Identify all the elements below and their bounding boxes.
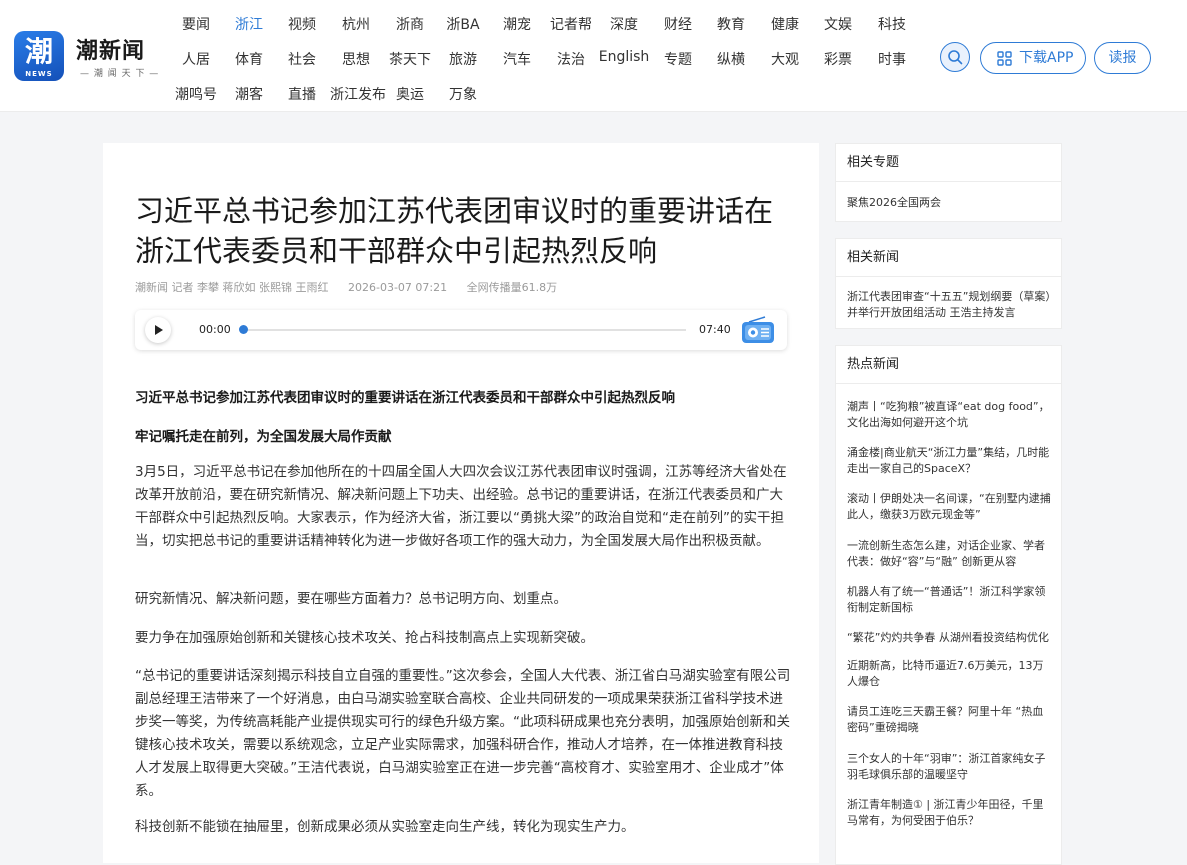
download-app-button[interactable]: 下载APP bbox=[980, 42, 1086, 74]
nav-item[interactable]: 科技 bbox=[866, 14, 918, 34]
search-icon bbox=[948, 50, 963, 65]
related-topic-item[interactable]: 聚焦2026全国两会 bbox=[847, 195, 1053, 211]
nav-item[interactable]: 视频 bbox=[276, 14, 328, 34]
article-meta: 潮新闻 记者 李攀 蒋欣如 张熙锦 王雨红 2026-03-07 07:21 全… bbox=[135, 279, 573, 295]
article-source: 潮新闻 记者 李攀 蒋欣如 张熙锦 王雨红 bbox=[135, 281, 329, 294]
logo[interactable]: 潮 NEWS bbox=[14, 31, 64, 81]
article-card: 习近平总书记参加江苏代表团审议时的重要讲话在浙江代表委员和干部群众中引起热烈反响… bbox=[103, 143, 819, 863]
nav-item[interactable]: 社会 bbox=[276, 49, 328, 69]
hot-news-title: 热点新闻 bbox=[836, 346, 1061, 384]
nav-item[interactable]: 专题 bbox=[652, 49, 704, 69]
search-button[interactable] bbox=[940, 42, 970, 72]
nav-item[interactable]: English bbox=[598, 49, 650, 65]
nav-item[interactable]: 体育 bbox=[223, 49, 275, 69]
nav-item[interactable]: 潮鸣号 bbox=[170, 84, 222, 104]
audio-current-time: 00:00 bbox=[199, 323, 231, 336]
nav-item[interactable]: 潮客 bbox=[223, 84, 275, 104]
radio-icon bbox=[742, 316, 774, 343]
article-paragraph: 研究新情况、解决新问题，要在哪些方面着力？总书记明方向、划重点。 bbox=[135, 591, 567, 607]
nav-item[interactable]: 奥运 bbox=[384, 84, 436, 104]
hot-news-item[interactable]: 一流创新生态怎么建，对话企业家、学者代表：做好“容”与“融” 创新更从容 bbox=[847, 538, 1053, 570]
site-header: 潮 NEWS 潮新闻 — 潮 闻 天 下 — 要闻 浙江 视频 杭州 浙商 浙BA 潮宠 记者… bbox=[0, 0, 1187, 112]
nav-item[interactable]: 浙BA bbox=[437, 14, 489, 34]
hot-news-item[interactable]: 请员工连吃三天霸王餐？阿里十年 “热血密码”重磅揭晓 bbox=[847, 704, 1053, 736]
download-app-label: 下载APP bbox=[1019, 50, 1074, 66]
article-paragraph: 科技创新不能锁在抽屉里，创新成果必须从实验室走向生产线，转化为现实生产力。 bbox=[135, 819, 635, 835]
nav-item[interactable]: 深度 bbox=[598, 14, 650, 34]
nav-item[interactable]: 浙商 bbox=[384, 14, 436, 34]
logo-badge: NEWS bbox=[25, 70, 53, 78]
nav-item[interactable]: 要闻 bbox=[170, 14, 222, 34]
nav-item[interactable]: 思想 bbox=[330, 49, 382, 69]
logo-char: 潮 bbox=[24, 35, 53, 68]
article-subheading: 牢记嘱托走在前列，为全国发展大局作贡献 bbox=[135, 429, 392, 445]
hot-news-item[interactable]: “繁花”灼灼共争春 从湖州看投资结构优化 bbox=[847, 630, 1053, 646]
article-views: 全网传播量61.8万 bbox=[466, 281, 558, 294]
nav-item[interactable]: 浙江 bbox=[223, 14, 275, 34]
article-paragraph: 要力争在加强原始创新和关键核心技术攻关、抢占科技制高点上实现新突破。 bbox=[135, 630, 594, 646]
nav-item[interactable]: 茶天下 bbox=[384, 49, 436, 69]
nav-item[interactable]: 汽车 bbox=[491, 49, 543, 69]
nav-item[interactable]: 万象 bbox=[437, 84, 489, 104]
hot-news-item[interactable]: 机器人有了统一“普通话”！浙江科学家领衔制定新国标 bbox=[847, 584, 1053, 616]
article-title: 习近平总书记参加江苏代表团审议时的重要讲话在浙江代表委员和干部群众中引起热烈反响 bbox=[135, 194, 774, 268]
nav-item[interactable]: 时事 bbox=[866, 49, 918, 69]
hot-news-item[interactable]: 滚动丨伊朗处决一名间谍，“在别墅内逮捕此人，缴获3万欧元现金等” bbox=[847, 491, 1053, 523]
nav-item[interactable]: 记者帮 bbox=[545, 14, 597, 34]
nav-item[interactable]: 直播 bbox=[276, 84, 328, 104]
hot-news-item[interactable]: 涌金楼|商业航天“浙江力量”集结，几时能走出一家自己的SpaceX？ bbox=[847, 445, 1053, 477]
article-paragraph: “总书记的重要讲话深刻揭示科技自立自强的重要性。”这次参会，全国人大代表、浙江省… bbox=[135, 668, 791, 799]
related-news-item[interactable]: 浙江代表团审查“十五五”规划纲要（草案）并举行开放团组活动 王浩主持发言 bbox=[847, 289, 1053, 321]
article-datetime: 2026-03-07 07:21 bbox=[347, 281, 448, 294]
nav-item[interactable]: 杭州 bbox=[330, 14, 382, 34]
nav-item[interactable]: 彩票 bbox=[812, 49, 864, 69]
audio-total-time: 07:40 bbox=[699, 323, 731, 336]
read-paper-button[interactable]: 读报 bbox=[1094, 42, 1151, 74]
nav-item[interactable]: 健康 bbox=[759, 14, 811, 34]
site-tagline: — 潮 闻 天 下 — bbox=[80, 69, 160, 79]
hot-news-box: 热点新闻 潮声丨“吃狗粮”被直译“eat dog food”，文化出海如何避开这… bbox=[835, 345, 1062, 865]
hot-news-item[interactable]: 三个女人的十年“羽审”：浙江首家纯女子羽毛球俱乐部的温暖坚守 bbox=[847, 751, 1053, 783]
nav-item[interactable]: 纵横 bbox=[705, 49, 757, 69]
article-lead: 习近平总书记参加江苏代表团审议时的重要讲话在浙江代表委员和干部群众中引起热烈反响 bbox=[135, 390, 675, 406]
nav-item[interactable]: 财经 bbox=[652, 14, 704, 34]
related-topics-title: 相关专题 bbox=[836, 144, 1061, 182]
hot-news-item[interactable]: 潮声丨“吃狗粮”被直译“eat dog food”，文化出海如何避开这个坑 bbox=[847, 399, 1053, 431]
nav-item[interactable]: 文娱 bbox=[812, 14, 864, 34]
nav-item[interactable]: 人居 bbox=[170, 49, 222, 69]
audio-progress-knob[interactable] bbox=[239, 325, 248, 334]
hot-news-item[interactable]: 浙江青年制造① | 浙江青少年田径，千里马常有，为何受困于伯乐？ bbox=[847, 797, 1053, 829]
nav-item[interactable]: 教育 bbox=[705, 14, 757, 34]
related-news-box: 相关新闻 浙江代表团审查“十五五”规划纲要（草案）并举行开放团组活动 王浩主持发… bbox=[835, 238, 1062, 329]
related-topics-box: 相关专题 聚焦2026全国两会 bbox=[835, 143, 1062, 222]
play-button[interactable] bbox=[145, 317, 171, 343]
app-grid-icon bbox=[997, 51, 1012, 66]
nav-item[interactable]: 浙江发布 bbox=[330, 84, 386, 104]
hot-news-item[interactable]: 近期新高，比特币逼近7.6万美元，13万人爆仓 bbox=[847, 658, 1053, 690]
audio-progress-track[interactable] bbox=[243, 329, 686, 331]
article-paragraph: 3月5日，习近平总书记在参加他所在的十四届全国人大四次会议江苏代表团审议时强调，… bbox=[135, 464, 787, 549]
related-news-title: 相关新闻 bbox=[836, 239, 1061, 277]
audio-player: 00:00 07:40 bbox=[135, 310, 787, 350]
site-name[interactable]: 潮新闻 bbox=[76, 33, 145, 65]
nav-item[interactable]: 旅游 bbox=[437, 49, 489, 69]
nav-item[interactable]: 法治 bbox=[545, 49, 597, 69]
nav-item[interactable]: 潮宠 bbox=[491, 14, 543, 34]
nav-item[interactable]: 大观 bbox=[759, 49, 811, 69]
